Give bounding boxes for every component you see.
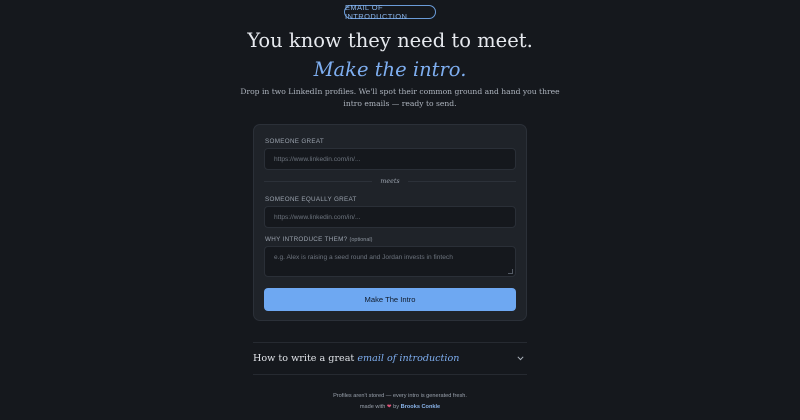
reason-optional-tag: (optional) — [349, 237, 373, 243]
author-link[interactable]: Brooks Conkle — [401, 404, 440, 410]
reason-label: WHY INTRODUCE THEM? (optional) — [265, 236, 372, 243]
credit-line: made with ❤ by Brooks Conkle — [250, 404, 550, 410]
page-subtitle: Drop in two LinkedIn profiles. We'll spo… — [240, 87, 560, 108]
make-intro-button[interactable]: Make The Intro — [264, 288, 516, 311]
section-divider-bottom — [253, 374, 527, 375]
guide-accordion[interactable]: How to write a great email of introducti… — [253, 350, 527, 366]
meets-line-left — [264, 180, 373, 182]
reason-textarea[interactable]: e.g. Alex is raising a seed round and Jo… — [264, 246, 516, 277]
person2-label: SOMEONE EQUALLY GREAT — [265, 196, 357, 203]
heart-icon: ❤ — [386, 404, 392, 410]
privacy-note: Profiles aren't stored — every intro is … — [333, 393, 467, 399]
meets-line-right — [407, 180, 516, 182]
resize-handle[interactable] — [508, 269, 513, 274]
person1-label: SOMEONE GREAT — [265, 138, 325, 145]
person1-linkedin-input[interactable]: https://www.linkedin.com/in/... — [264, 148, 516, 170]
reason-placeholder: e.g. Alex is raising a seed round and Jo… — [274, 254, 453, 261]
meets-label: meets — [380, 177, 400, 185]
intro-form-card: SOMEONE GREAT https://www.linkedin.com/i… — [253, 124, 527, 321]
page-title: You know they need to meet. Make the int… — [240, 26, 540, 84]
made-with-text: made with — [359, 404, 386, 410]
guide-title-accent: email of introduction — [357, 352, 460, 364]
page-badge: EMAIL OF INTRODUCTION — [344, 3, 436, 21]
reason-label-text: WHY INTRODUCE THEM? — [265, 236, 348, 243]
chevron-down-icon[interactable] — [513, 351, 527, 365]
guide-accordion-title: How to write a great email of introducti… — [253, 353, 459, 364]
meets-divider: meets — [264, 176, 516, 186]
guide-title-main: How to write a great — [253, 352, 358, 364]
page-title-main: You know they need to meet. — [247, 29, 533, 52]
by-text: by — [393, 404, 400, 410]
person2-linkedin-input[interactable]: https://www.linkedin.com/in/... — [264, 206, 516, 228]
page-title-accent: Make the intro. — [313, 58, 467, 81]
section-divider-top — [253, 342, 527, 343]
